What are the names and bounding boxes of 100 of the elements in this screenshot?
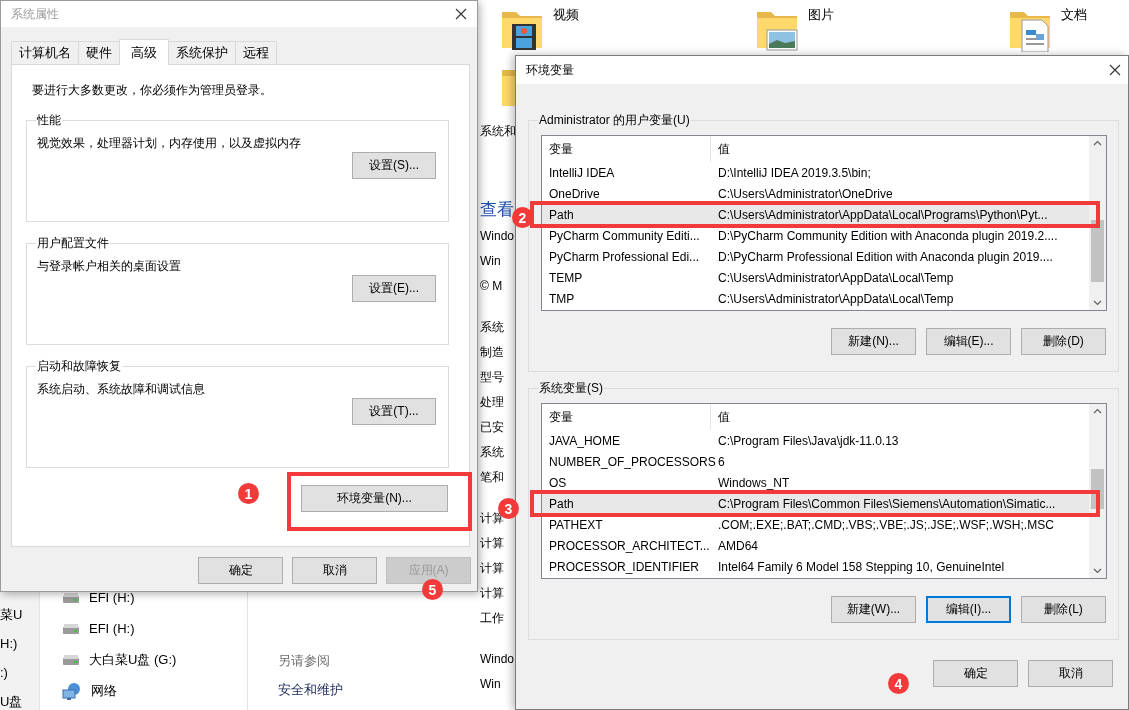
info-label: 计算 (480, 585, 504, 602)
scrollbar-thumb[interactable] (1091, 220, 1104, 282)
list-button[interactable]: 编辑(I)... (926, 596, 1011, 623)
group-description: 与登录帐户相关的桌面设置 (37, 258, 181, 275)
info-label: 制造 (480, 344, 504, 361)
variable-name: JAVA_HOME (548, 433, 621, 448)
variable-name: PyCharm Community Editi... (548, 228, 701, 243)
chevron-up-icon (1093, 140, 1102, 146)
info-label: 工作 (480, 610, 504, 627)
info-label: © M (480, 278, 503, 295)
info-label: Win (480, 253, 501, 270)
close-icon (455, 8, 467, 20)
variable-value: Windows_NT (717, 475, 790, 490)
group-title: 用户配置文件 (36, 235, 110, 252)
folder-label[interactable]: 图片 (808, 6, 834, 24)
info-label: 计算 (480, 535, 504, 552)
variable-name: TMP (548, 291, 576, 306)
chevron-up-icon (1093, 408, 1102, 414)
nav-item[interactable]: EFI (H:) (40, 613, 135, 644)
column-header[interactable]: 变量 (542, 404, 711, 430)
table-row[interactable]: OS Windows_NT (542, 472, 1089, 493)
list-button[interactable]: 编辑(E)... (926, 328, 1011, 355)
info-label[interactable]: 系统和 (480, 119, 516, 144)
group-title: Administrator 的用户变量(U) (538, 112, 691, 129)
group-title: 性能 (36, 112, 62, 129)
variable-value: C:\Users\Administrator\AppData\Local\Temp (717, 270, 954, 285)
info-label: 处理 (480, 394, 504, 411)
variable-value: D:\PyCharm Community Edition with Anaconda plugin 2019.2.... (717, 228, 1058, 243)
column-header[interactable]: 值 (711, 404, 730, 430)
table-row[interactable]: NUMBER_OF_PROCESSORS 6 (542, 451, 1089, 472)
see-also-title: 另请参阅 (278, 652, 330, 670)
environment-variables-button[interactable]: 环境变量(N)... (301, 485, 448, 512)
drive-icon (62, 622, 80, 635)
window-title: 环境变量 (526, 61, 574, 79)
variable-value: D:\PyCharm Professional Edition with Anaconda plugin 2019.... (717, 249, 1053, 264)
variable-name: OneDrive (548, 186, 601, 201)
table-row[interactable]: TMP C:\Users\Administrator\AppData\Local\Temp (542, 288, 1089, 309)
settings-button[interactable]: 设置(E)... (352, 275, 436, 302)
scrollbar[interactable] (1089, 136, 1106, 310)
variable-value: C:\Users\Administrator\OneDrive (717, 186, 893, 201)
info-label: 计算 (480, 560, 504, 577)
page-link[interactable]: 查看 (480, 196, 514, 224)
info-label: 型号 (480, 369, 504, 386)
variable-value: AMD64 (717, 538, 758, 553)
settings-button[interactable]: 设置(T)... (352, 398, 436, 425)
list-button[interactable]: 新建(W)... (831, 596, 916, 623)
folder-label[interactable]: 视频 (553, 6, 579, 24)
nav-item[interactable]: 大白菜U盘 (G:) (40, 644, 177, 675)
list-button[interactable]: 新建(N)... (831, 328, 916, 355)
table-row[interactable]: IntelliJ IDEA D:\IntelliJ IDEA 2019.3.5\bin; (542, 162, 1089, 183)
chevron-down-icon (1093, 300, 1102, 306)
dialog-button[interactable]: 确定 (198, 557, 283, 584)
variable-name: PROCESSOR_ARCHITECT... (548, 538, 711, 553)
table-row[interactable]: PROCESSOR_ARCHITECT... AMD64 (542, 535, 1089, 556)
table-row[interactable]: PyCharm Community Editi... D:\PyCharm Community Edition with Anaconda plugin 2019.2.... (542, 225, 1089, 246)
tab[interactable]: 高级 (119, 39, 169, 65)
nav-item[interactable]: EFI (H:) (40, 582, 135, 613)
variable-name: Path (548, 496, 575, 511)
table-row[interactable]: PyCharm Professional Edi... D:\PyCharm Professional Edition with Anaconda plugin 2019.... (542, 246, 1089, 267)
table-row[interactable]: PATHEXT .COM;.EXE;.BAT;.CMD;.VBS;.VBE;.JS;.JSE;.WSF;.WSH;.MSC (542, 514, 1089, 535)
variable-name: TEMP (548, 270, 584, 285)
group-description: 视觉效果，处理器计划，内存使用，以及虚拟内存 (37, 135, 301, 152)
variable-name: PROCESSOR_IDENTIFIER (548, 559, 701, 574)
variable-value: D:\IntelliJ IDEA 2019.3.5\bin; (717, 165, 871, 180)
tab[interactable]: 远程 (235, 41, 277, 64)
nav-item-text: H:) (0, 635, 18, 653)
table-row[interactable]: PROCESSOR_IDENTIFIER Intel64 Family 6 Model 158 Stepping 10, GenuineIntel (542, 556, 1089, 577)
group-title: 系统变量(S) (538, 380, 604, 397)
variable-value: 6 (717, 454, 725, 469)
variable-value: C:\Program Files\Java\jdk-11.0.13 (717, 433, 899, 448)
see-also-link[interactable]: 安全和维护 (278, 681, 343, 699)
info-label: 笔和 (480, 469, 504, 486)
nav-item-text: U盘 (0, 693, 23, 710)
folder-label[interactable]: 文档 (1061, 6, 1087, 24)
scrollbar[interactable] (1089, 404, 1106, 578)
info-text: 要进行大多数更改，你必须作为管理员登录。 (32, 82, 272, 99)
table-row[interactable]: JAVA_HOME C:\Program Files\Java\jdk-11.0.13 (542, 430, 1089, 451)
dialog-button[interactable]: 确定 (933, 660, 1018, 687)
section-heading: Windo (480, 651, 514, 668)
list-button[interactable]: 删除(D) (1021, 328, 1106, 355)
nav-item-label: 网络 (91, 681, 117, 700)
dialog-button[interactable]: 取消 (1028, 660, 1113, 687)
network-icon (62, 681, 82, 700)
tab[interactable]: 计算机名 (11, 41, 79, 64)
nav-item-label: EFI (H:) (89, 621, 135, 636)
list-button[interactable]: 删除(L) (1021, 596, 1106, 623)
nav-item[interactable]: 网络 (40, 675, 117, 706)
dialog-button[interactable]: 取消 (292, 557, 377, 584)
section-heading: 系统 (480, 319, 504, 336)
table-row[interactable]: TEMP C:\Users\Administrator\AppData\Local\Temp (542, 267, 1089, 288)
column-header[interactable]: 变量 (542, 136, 711, 162)
variable-name: OS (548, 475, 568, 490)
group-title: 启动和故障恢复 (36, 358, 122, 375)
table-row[interactable]: OneDrive C:\Users\Administrator\OneDrive (542, 183, 1089, 204)
column-header[interactable]: 值 (711, 136, 730, 162)
variable-value: .COM;.EXE;.BAT;.CMD;.VBS;.VBE;.JS;.JSE;.WSF;.WSH;.MSC (717, 517, 1054, 532)
info-label: Windo (480, 228, 514, 245)
drive-icon (62, 653, 80, 666)
settings-button[interactable]: 设置(S)... (352, 152, 436, 179)
nav-item-label: EFI (H:) (89, 590, 135, 605)
